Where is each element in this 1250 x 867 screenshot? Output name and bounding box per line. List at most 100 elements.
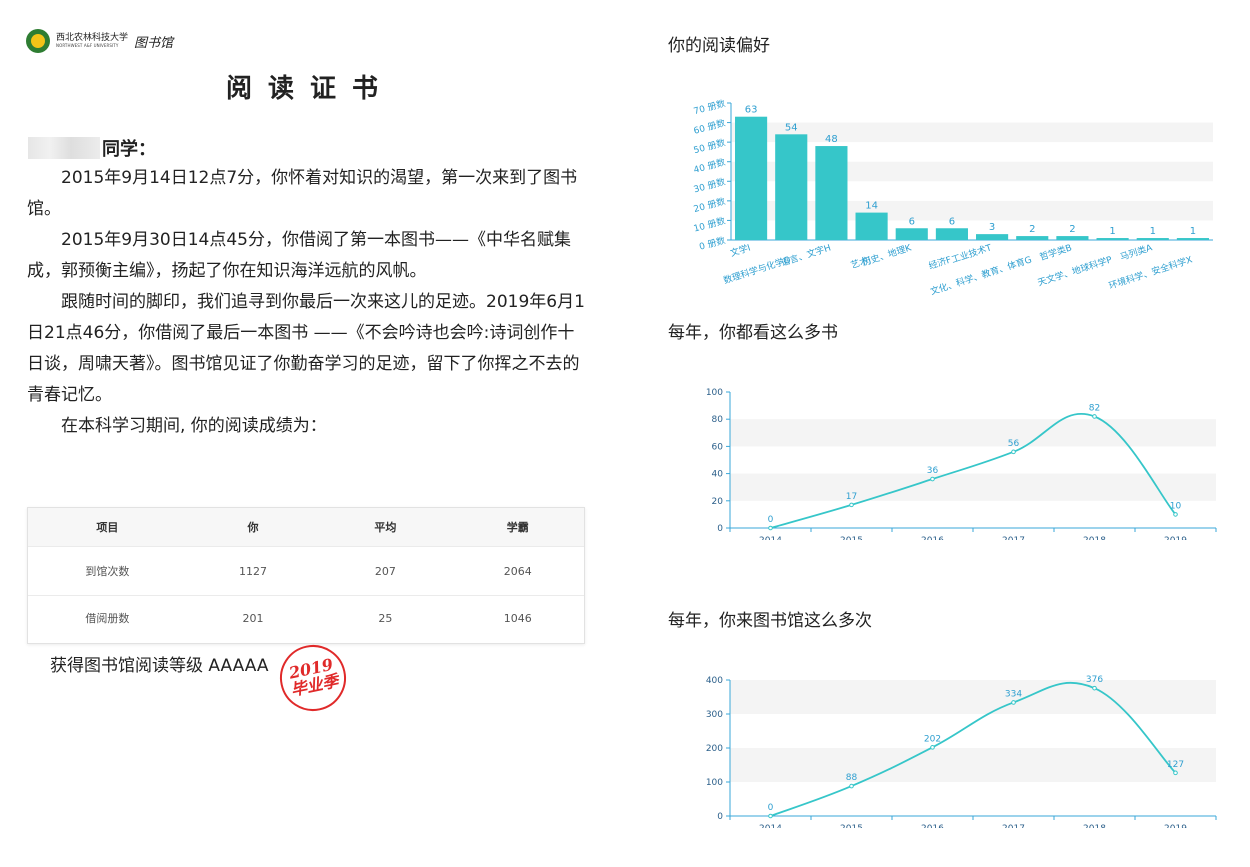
data-point <box>768 813 773 819</box>
reading-grade: 获得图书馆阅读等级 AAAAA <box>50 656 269 676</box>
y-tick-label: 30 册数 <box>692 175 726 195</box>
paragraph-score-intro: 在本科学习期间, 你的阅读成绩为： <box>61 416 327 436</box>
data-value-label: 202 <box>924 734 941 744</box>
paragraph-first-visit: 2015年9月14日12点7分，你怀着对知识的渴望，第一次来到了图书馆。 <box>27 168 578 219</box>
data-point <box>930 476 935 482</box>
university-name-en: NORTHWEST A&F UNIVERSITY <box>56 43 119 48</box>
bar-value-label: 2 <box>1029 224 1035 235</box>
bar-value-label: 48 <box>825 134 838 145</box>
bar-value-label: 14 <box>865 201 878 212</box>
table-row: 到馆次数 1127 207 2064 <box>28 546 584 595</box>
bar-value-label: 6 <box>909 216 915 227</box>
y-tick-label: 300 <box>706 710 723 720</box>
university-name-cn: 西北农林科技大学 <box>56 33 129 43</box>
visits-per-year-title: 每年，你来图书馆这么多次 <box>668 611 872 631</box>
data-value-label: 56 <box>1008 439 1020 449</box>
greeting-suffix: 同学： <box>102 139 156 160</box>
data-value-label: 10 <box>1170 501 1182 511</box>
grid-band <box>730 748 1216 782</box>
data-point <box>849 502 854 508</box>
data-point <box>1092 414 1097 419</box>
table-header-cell: 平均 <box>374 521 397 534</box>
bar <box>895 228 928 240</box>
data-value-label: 127 <box>1167 760 1184 770</box>
table-cell: 207 <box>374 564 396 578</box>
bar <box>1136 238 1169 240</box>
x-tick-label: 2016 <box>921 536 944 540</box>
table-cell: 1127 <box>239 564 268 578</box>
data-point <box>849 783 854 789</box>
x-tick-label: 2018 <box>1083 824 1106 828</box>
y-tick-label: 60 <box>712 442 724 452</box>
certificate-title: 阅读证书 <box>225 74 394 104</box>
y-tick-label: 80 <box>712 415 724 425</box>
x-tick-label: 2018 <box>1083 536 1106 540</box>
table-header-cell: 项目 <box>96 521 119 534</box>
table-cell: 25 <box>378 611 393 625</box>
y-tick-label: 200 <box>706 744 723 754</box>
paragraph-last-borrow: 跟随时间的脚印，我们追寻到你最后一次来这儿的足迹。2019年6月1日21点46分… <box>27 292 585 405</box>
x-tick-label: 2019 <box>1164 536 1187 540</box>
x-tick-label: 2019 <box>1164 824 1187 828</box>
x-tick-label: 2015 <box>840 824 863 828</box>
reading-preference-bar-chart: 0 册数10 册数20 册数30 册数40 册数50 册数60 册数70 册数 6… <box>692 97 1213 298</box>
bar <box>735 116 768 240</box>
x-tick-label: 2014 <box>759 824 782 828</box>
y-tick-label: 40 <box>712 470 724 480</box>
bar-value-label: 6 <box>949 216 955 227</box>
grid-band <box>730 680 1216 714</box>
data-point <box>1011 449 1016 455</box>
data-point <box>768 525 773 531</box>
data-value-label: 17 <box>846 492 857 502</box>
data-value-label: 88 <box>846 773 858 783</box>
redacted-student-name <box>28 137 100 159</box>
x-category-label: 马列类A <box>1118 241 1154 263</box>
y-tick-label: 70 册数 <box>692 97 726 117</box>
data-point <box>1173 770 1178 776</box>
table-header-cell: 学霸 <box>506 521 529 534</box>
bar <box>976 234 1009 240</box>
x-category-label: 文学I <box>729 241 752 259</box>
grid-band <box>730 419 1216 447</box>
y-tick-label: 10 册数 <box>692 215 726 235</box>
data-value-label: 376 <box>1086 675 1103 685</box>
paragraph-first-borrow: 2015年9月30日14点45分，你借阅了第一本图书——《中华名赋集成，郭预衡主… <box>27 230 571 281</box>
data-value-label: 36 <box>927 466 939 476</box>
bar <box>935 228 968 240</box>
bar <box>1016 236 1049 240</box>
data-point <box>1173 512 1178 517</box>
bar-value-label: 1 <box>1190 226 1196 237</box>
table-cell: 借阅册数 <box>85 612 130 625</box>
university-name: 西北农林科技大学 NORTHWEST A&F UNIVERSITY <box>56 34 128 48</box>
reading-stats-table: 项目 你 平均 学霸 到馆次数 1127 207 2064 借阅册数 201 2… <box>27 507 585 644</box>
y-tick-label: 400 <box>706 676 723 686</box>
data-value-label: 0 <box>768 515 774 525</box>
x-tick-label: 2017 <box>1002 824 1025 828</box>
table-header-cell: 你 <box>247 521 259 534</box>
x-category-label: 经济F <box>927 253 953 272</box>
library-header: 西北农林科技大学 NORTHWEST A&F UNIVERSITY 图书馆 <box>26 28 173 54</box>
university-logo-icon <box>26 29 50 53</box>
y-tick-label: 0 <box>717 524 723 534</box>
bar-value-label: 1 <box>1150 226 1156 237</box>
y-tick-label: 20 <box>712 497 724 507</box>
grid-band <box>730 473 1216 501</box>
table-cell: 2064 <box>503 564 532 578</box>
bar <box>1096 238 1129 240</box>
reading-preference-title: 你的阅读偏好 <box>668 36 770 56</box>
x-category-label: 工业技术T <box>950 241 994 265</box>
y-tick-label: 100 <box>706 388 723 398</box>
y-tick-label: 20 册数 <box>692 195 726 215</box>
bar-value-label: 1 <box>1109 226 1115 237</box>
x-tick-label: 2014 <box>759 536 782 540</box>
data-value-label: 82 <box>1089 403 1100 413</box>
y-tick-label: 0 <box>717 812 723 822</box>
data-value-label: 334 <box>1005 689 1022 699</box>
data-value-label: 0 <box>768 803 774 813</box>
y-tick-label: 60 册数 <box>692 117 726 137</box>
library-name: 图书馆 <box>134 35 174 51</box>
books-per-year-title: 每年，你都看这么多书 <box>668 323 838 343</box>
y-tick-label: 100 <box>706 778 723 788</box>
bar <box>1176 238 1209 240</box>
graduation-seal-icon: 2019 毕业季 <box>273 638 353 718</box>
